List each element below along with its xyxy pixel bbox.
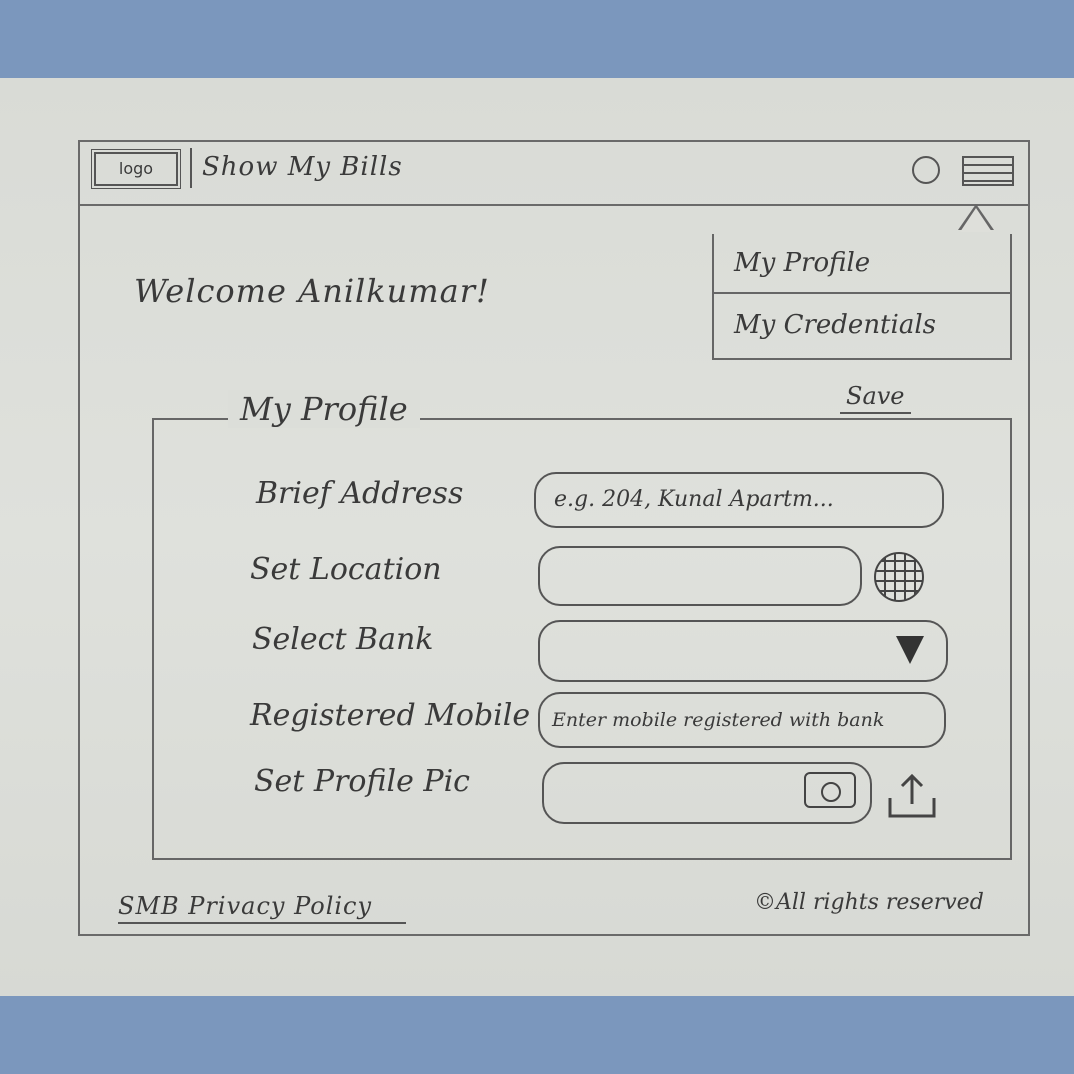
user-menu-dropdown: My Profile My Credentials [712, 204, 1012, 360]
camera-icon[interactable] [804, 772, 856, 808]
menu-item-my-profile[interactable]: My Profile [714, 234, 1010, 294]
mobile-input[interactable]: Enter mobile registered with bank [538, 692, 946, 748]
dropdown-arrow-icon [896, 636, 924, 664]
save-button[interactable]: Save [840, 382, 911, 414]
brief-address-input[interactable]: e.g. 204, Kunal Apartm... [534, 472, 944, 528]
set-location-label: Set Location [250, 552, 442, 587]
upload-icon[interactable] [884, 770, 940, 822]
set-profile-pic-label: Set Profile Pic [254, 764, 470, 799]
section-title: My Profile [228, 390, 420, 428]
menu-item-my-credentials[interactable]: My Credentials [714, 296, 1010, 356]
bank-select[interactable] [538, 620, 948, 682]
circle-icon[interactable] [912, 156, 940, 184]
location-input[interactable] [538, 546, 862, 606]
globe-icon[interactable] [874, 552, 924, 602]
select-bank-label: Select Bank [252, 622, 434, 657]
app-title: Show My Bills [202, 152, 403, 182]
copyright-text: ©All rights reserved [754, 890, 984, 915]
brief-address-label: Brief Address [256, 476, 464, 511]
welcome-message: Welcome Anilkumar! [134, 272, 490, 310]
hamburger-menu-icon[interactable] [962, 156, 1014, 186]
privacy-policy-link[interactable]: SMB Privacy Policy [118, 892, 407, 924]
registered-mobile-label: Registered Mobile [250, 698, 531, 733]
logo: logo [91, 149, 181, 189]
header-divider [190, 148, 192, 188]
header-bar: logo Show My Bills [78, 140, 1030, 206]
